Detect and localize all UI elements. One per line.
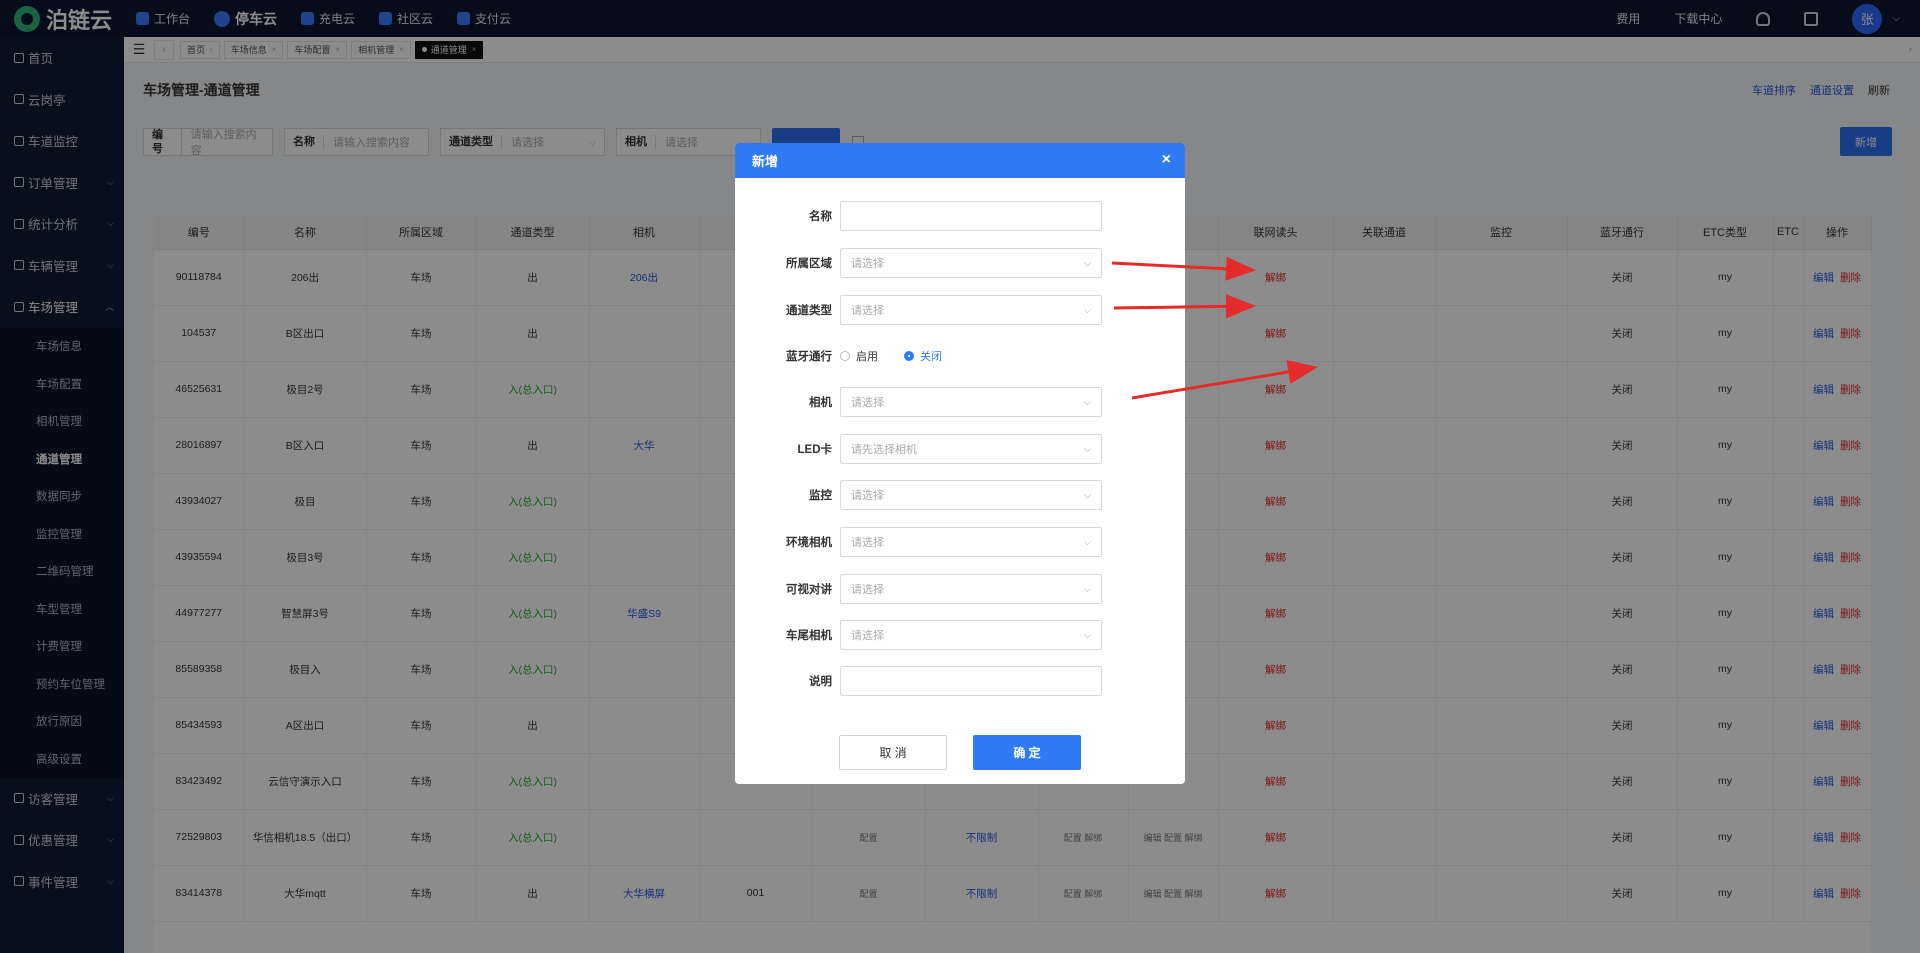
chevron-down-icon: ⌵ bbox=[1084, 257, 1091, 268]
env-camera-select[interactable]: 请选择 ⌵ bbox=[840, 527, 1102, 557]
field-lane-type-row: 通道类型 请选择 ⌵ bbox=[735, 295, 1185, 325]
field-remark-row: 说明 bbox=[735, 666, 1185, 696]
name-input[interactable] bbox=[840, 201, 1102, 231]
field-area-row: 所属区域 请选择 ⌵ bbox=[735, 248, 1185, 278]
intercom-select[interactable]: 请选择 ⌵ bbox=[840, 574, 1102, 604]
chevron-down-icon: ⌵ bbox=[1084, 629, 1091, 640]
chevron-down-icon: ⌵ bbox=[1084, 536, 1091, 547]
rear-camera-select[interactable]: 请选择 ⌵ bbox=[840, 620, 1102, 650]
bluetooth-enable-radio[interactable]: 启用 bbox=[840, 348, 878, 364]
field-bluetooth-row: 蓝牙通行 启用 关闭 bbox=[735, 341, 1185, 371]
camera-select[interactable]: 请选择 ⌵ bbox=[840, 387, 1102, 417]
monitor-select[interactable]: 请选择 ⌵ bbox=[840, 480, 1102, 510]
remark-input[interactable] bbox=[840, 666, 1102, 696]
field-led-row: LED卡 请先选择相机 ⌵ bbox=[735, 434, 1185, 464]
confirm-button[interactable]: 确 定 bbox=[973, 735, 1081, 770]
chevron-down-icon: ⌵ bbox=[1084, 443, 1091, 454]
chevron-down-icon: ⌵ bbox=[1084, 396, 1091, 407]
radio-checked-icon bbox=[904, 351, 914, 361]
chevron-down-icon: ⌵ bbox=[1084, 304, 1091, 315]
field-rear-camera-row: 车尾相机 请选择 ⌵ bbox=[735, 620, 1185, 650]
chevron-down-icon: ⌵ bbox=[1084, 583, 1091, 594]
bluetooth-close-radio[interactable]: 关闭 bbox=[904, 348, 942, 364]
chevron-down-icon: ⌵ bbox=[1084, 489, 1091, 500]
field-monitor-row: 监控 请选择 ⌵ bbox=[735, 480, 1185, 510]
led-card-select[interactable]: 请先选择相机 ⌵ bbox=[840, 434, 1102, 464]
field-intercom-row: 可视对讲 请选择 ⌵ bbox=[735, 574, 1185, 604]
dialog-header: 新增 × bbox=[735, 143, 1185, 178]
dialog-title: 新增 bbox=[752, 154, 779, 169]
add-lane-dialog: 新增 × 名称 所属区域 请选择 ⌵ 通道类型 请选择 ⌵ 蓝牙通行 启用 关闭 相… bbox=[735, 143, 1185, 784]
area-select[interactable]: 请选择 ⌵ bbox=[840, 248, 1102, 278]
radio-icon bbox=[840, 351, 850, 361]
close-icon[interactable]: × bbox=[1162, 152, 1171, 168]
lane-type-select[interactable]: 请选择 ⌵ bbox=[840, 295, 1102, 325]
field-env-camera-row: 环境相机 请选择 ⌵ bbox=[735, 527, 1185, 557]
bluetooth-radio-group: 启用 关闭 bbox=[840, 348, 968, 364]
field-name-row: 名称 bbox=[735, 201, 1185, 231]
cancel-button[interactable]: 取 消 bbox=[839, 735, 947, 770]
field-camera-row: 相机 请选择 ⌵ bbox=[735, 387, 1185, 417]
